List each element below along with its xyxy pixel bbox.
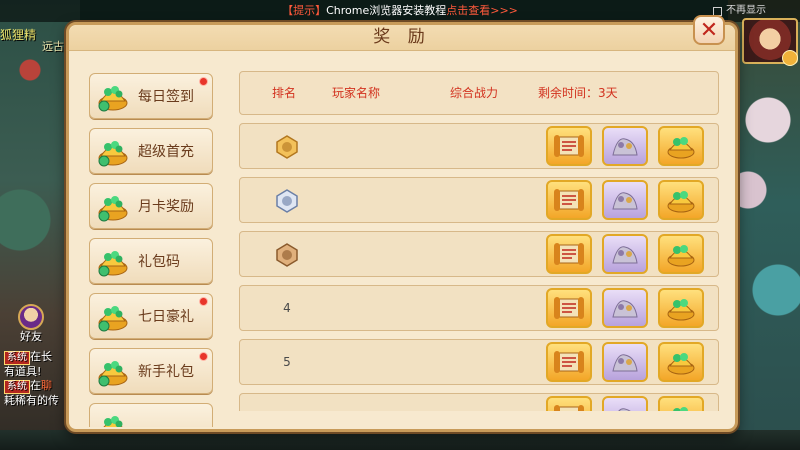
chat-text: 在 — [30, 379, 41, 392]
ingot-gold-icon[interactable] — [658, 288, 704, 328]
header-time-left: 剩余时间：3天 — [538, 86, 618, 100]
armor-purple-icon[interactable] — [602, 396, 648, 411]
ranking-row: 5 — [239, 339, 719, 385]
menu-item-label: 超级首充 — [138, 144, 194, 160]
bronze-medal-icon — [274, 242, 300, 268]
scroll-gold-icon[interactable] — [546, 288, 592, 328]
friend-label: 好友 — [20, 330, 42, 343]
ingot-gold-icon[interactable] — [658, 180, 704, 220]
rank-number: 5 — [283, 355, 291, 369]
close-button[interactable]: ✕ — [693, 15, 725, 45]
scroll-gold-icon[interactable] — [546, 180, 592, 220]
rank-number: 4 — [283, 301, 291, 315]
dragon-purple-icon[interactable] — [602, 126, 648, 166]
top-notice-bar: 【提示】Chrome浏览器安装教程点击查看>>> — [0, 0, 800, 22]
ranking-row: 4 — [239, 285, 719, 331]
chat-line: 有道具! — [4, 365, 74, 379]
header-rank: 排名 — [272, 86, 297, 100]
menu-item-5[interactable]: 新手礼包 — [89, 348, 213, 394]
prize-list — [546, 396, 704, 411]
gold-ingot-icon — [96, 79, 130, 113]
chat-text: 有道具! — [4, 365, 42, 378]
notification-dot-icon — [199, 297, 208, 306]
prize-list — [546, 342, 704, 382]
chat-highlight: 聊 — [41, 379, 52, 392]
close-icon: ✕ — [699, 17, 719, 43]
npc-name-label: 狐狸精 — [0, 28, 37, 42]
ingot-gold-icon[interactable] — [658, 234, 704, 274]
gold-ingot-icon — [96, 354, 130, 388]
menu-item-3[interactable]: 礼包码 — [89, 238, 213, 284]
notification-dot-icon — [199, 77, 208, 86]
menu-item-label: 礼包码 — [138, 254, 180, 270]
armor-purple-icon[interactable] — [602, 342, 648, 382]
prize-list — [546, 234, 704, 274]
ingot-gold-icon[interactable] — [658, 396, 704, 411]
system-tag: 系统 — [4, 351, 30, 365]
header-power: 综合战力 — [450, 86, 499, 100]
ranking-row — [239, 177, 719, 223]
gold-ingot-icon — [96, 244, 130, 278]
notice-text: Chrome浏览器安装教程 — [326, 4, 447, 17]
ranking-row — [239, 123, 719, 169]
reward-panel: 奖 励 ✕ 每日签到超级首充月卡奖励礼包码七日豪礼新手礼包 排名 玩家名称 综合… — [66, 15, 738, 432]
scene-right-background — [728, 0, 800, 450]
panel-title: 奖 励 — [69, 25, 735, 51]
ranking-row: 6 — [239, 393, 719, 411]
ranking-rows[interactable]: 4 5 6 — [239, 123, 719, 411]
prize-list — [546, 288, 704, 328]
menu-item-6[interactable] — [89, 403, 213, 427]
friend-avatar-icon — [18, 304, 44, 330]
menu-item-label: 每日签到 — [138, 89, 194, 105]
player-avatar[interactable] — [742, 18, 798, 66]
menu-item-0[interactable]: 每日签到 — [89, 73, 213, 119]
ranking-row — [239, 231, 719, 277]
notice-link[interactable]: 点击查看>>> — [446, 4, 518, 17]
level-badge-icon — [782, 50, 798, 66]
menu-item-label: 七日豪礼 — [138, 309, 194, 325]
scroll-gold-icon[interactable] — [546, 396, 592, 411]
gold-ingot-icon — [96, 189, 130, 223]
menu-item-2[interactable]: 月卡奖励 — [89, 183, 213, 229]
armor-purple-icon[interactable] — [602, 288, 648, 328]
gold-medal-icon — [274, 134, 300, 160]
menu-item-1[interactable]: 超级首充 — [89, 128, 213, 174]
gold-ingot-icon — [96, 134, 130, 168]
npc-name-partial: 远古 — [42, 40, 64, 53]
notice-tag: 【提示】 — [282, 4, 327, 17]
scroll-gold-icon[interactable] — [546, 234, 592, 274]
gold-ingot-icon — [96, 299, 130, 333]
chat-line: 系统 在聊 — [4, 379, 74, 394]
horse-purple-icon[interactable] — [602, 234, 648, 274]
scroll-gold-icon[interactable] — [546, 342, 592, 382]
header-player-name: 玩家名称 — [332, 86, 381, 100]
prize-list — [546, 180, 704, 220]
beast-purple-icon[interactable] — [602, 180, 648, 220]
friend-button[interactable]: 好友 — [8, 304, 54, 346]
ingot-gold-icon[interactable] — [658, 342, 704, 382]
menu-item-4[interactable]: 七日豪礼 — [89, 293, 213, 339]
scroll-gold-icon[interactable] — [546, 126, 592, 166]
gold-ingot-icon — [96, 409, 130, 427]
reward-menu: 每日签到超级首充月卡奖励礼包码七日豪礼新手礼包 — [89, 73, 215, 427]
rank-number: 6 — [274, 394, 300, 411]
scene-bottom-bar — [0, 430, 800, 450]
chat-text: 耗稀有的传 — [4, 394, 59, 407]
ingot-gold-icon[interactable] — [658, 126, 704, 166]
notification-dot-icon — [199, 352, 208, 361]
menu-item-label: 新手礼包 — [138, 364, 194, 380]
chat-text: 在长 — [30, 350, 52, 363]
system-tag: 系统 — [4, 380, 30, 394]
chat-line: 耗稀有的传 — [4, 394, 74, 408]
menu-item-label: 月卡奖励 — [138, 199, 194, 215]
silver-medal-icon — [274, 188, 300, 214]
prize-list — [546, 126, 704, 166]
chat-log: 系统 在长 有道具! 系统 在聊 耗稀有的传 — [4, 350, 74, 408]
ranking-table-header: 排名 玩家名称 综合战力 剩余时间：3天 — [239, 71, 719, 115]
chat-line: 系统 在长 — [4, 350, 74, 365]
